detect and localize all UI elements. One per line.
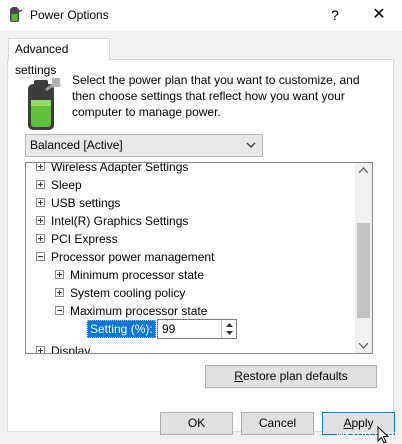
collapse-icon[interactable]	[36, 252, 45, 261]
scroll-down-icon[interactable]	[359, 343, 368, 349]
expand-icon[interactable]	[36, 180, 45, 189]
setting-percent-value[interactable]: 99	[162, 321, 175, 337]
setting-percent-spinbox[interactable]: 99	[157, 319, 237, 339]
help-button[interactable]: ?	[312, 0, 358, 30]
scrollbar-thumb[interactable]	[357, 223, 370, 318]
restore-plan-defaults-button[interactable]: Restore plan defaults	[205, 365, 377, 388]
intro-text: Select the power plan that you want to c…	[72, 73, 360, 119]
expand-icon[interactable]	[36, 163, 45, 171]
expand-icon[interactable]	[36, 346, 45, 353]
battery-plug-icon	[28, 78, 62, 130]
spin-up-button[interactable]	[222, 320, 236, 329]
title-bar: Power Options ? ✕	[0, 0, 402, 31]
power-plan-dropdown[interactable]: Balanced [Active]	[25, 134, 263, 157]
expand-icon[interactable]	[36, 234, 45, 243]
advanced-settings-panel: Select the power plan that you want to c…	[7, 59, 394, 432]
spin-down-button[interactable]	[222, 329, 236, 338]
power-plan-selected: Balanced [Active]	[30, 138, 123, 152]
power-options-icon	[10, 7, 23, 22]
tab-advanced-settings[interactable]: Advanced settings	[8, 38, 110, 77]
expand-icon[interactable]	[55, 270, 64, 279]
dialog-body: Advanced settings Select the power plan …	[0, 31, 402, 444]
expand-icon[interactable]	[36, 216, 45, 225]
mouse-cursor-icon	[377, 426, 389, 444]
setting-percent-label: Setting (%):	[87, 320, 156, 338]
settings-tree: Wireless Adapter Settings Sleep USB sett…	[25, 162, 373, 354]
scroll-up-icon[interactable]	[359, 167, 368, 173]
expand-icon[interactable]	[36, 198, 45, 207]
spin-down-icon	[226, 331, 233, 335]
cancel-button[interactable]: Cancel	[241, 412, 314, 435]
collapse-icon[interactable]	[55, 306, 64, 315]
ok-button[interactable]: OK	[160, 412, 233, 435]
spin-arrows	[221, 320, 236, 338]
close-button[interactable]: ✕	[356, 0, 402, 30]
settings-tree-viewport: Wireless Adapter Settings Sleep USB sett…	[26, 163, 357, 353]
window-title: Power Options	[30, 8, 109, 22]
expand-icon[interactable]	[55, 288, 64, 297]
spin-up-icon	[226, 323, 233, 327]
vertical-scrollbar[interactable]	[355, 163, 372, 353]
chevron-down-icon	[246, 142, 256, 148]
